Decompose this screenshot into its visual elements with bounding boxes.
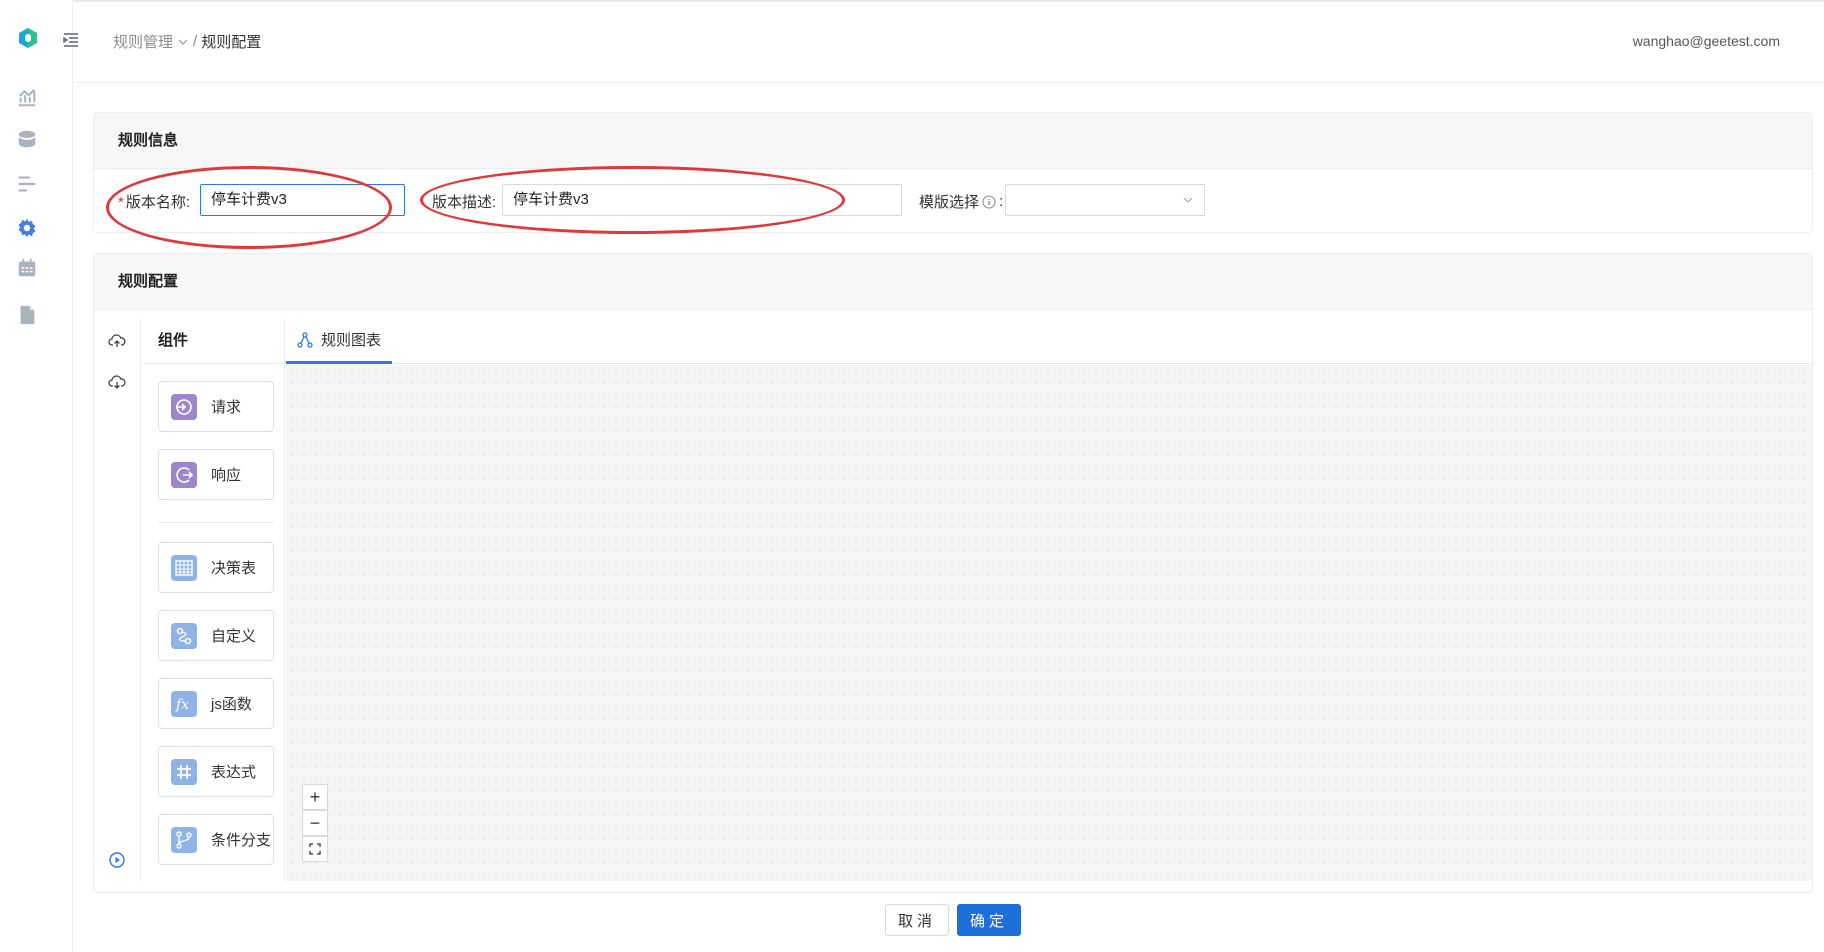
component-label: 请求 bbox=[211, 399, 242, 416]
play-icon[interactable] bbox=[108, 851, 126, 869]
header-divider bbox=[74, 82, 1824, 83]
menu-collapse-icon[interactable] bbox=[62, 31, 80, 49]
component-custom[interactable]: 自定义 bbox=[158, 610, 274, 661]
calendar-icon[interactable] bbox=[16, 257, 38, 279]
component-label: 决策表 bbox=[211, 560, 257, 577]
version-name-label: * 版本名称: bbox=[118, 194, 191, 211]
user-email[interactable]: wanghao@geetest.com bbox=[1633, 33, 1780, 49]
rule-info-title: 规则信息 bbox=[94, 113, 1812, 169]
component-label: 条件分支 bbox=[211, 832, 272, 849]
component-decision-table[interactable]: 决策表 bbox=[158, 542, 274, 593]
palette-divider bbox=[158, 522, 274, 523]
component-label: 响应 bbox=[211, 467, 242, 484]
database-icon[interactable] bbox=[16, 128, 38, 150]
component-label: js函数 bbox=[211, 696, 252, 713]
version-desc-input[interactable]: 停车计费v3 bbox=[502, 184, 902, 216]
component-palette: 组件 请求 响应 决策表 自定义 fx js函数 表达式 条件分支 bbox=[142, 318, 285, 881]
palette-title: 组件 bbox=[142, 318, 284, 364]
custom-icon bbox=[171, 622, 197, 649]
logo-icon[interactable] bbox=[16, 26, 40, 50]
request-icon bbox=[171, 393, 197, 420]
svg-text:fx: fx bbox=[175, 697, 189, 713]
component-label: 表达式 bbox=[211, 764, 257, 781]
version-name-input[interactable]: 停车计费v3 bbox=[200, 184, 405, 216]
top-border bbox=[0, 0, 1824, 2]
tab-rule-graph[interactable]: 规则图表 bbox=[286, 318, 392, 364]
zoom-in-button[interactable]: + bbox=[302, 784, 328, 810]
function-icon: fx bbox=[171, 690, 197, 717]
cloud-download-icon[interactable] bbox=[108, 373, 126, 391]
branch-icon bbox=[171, 826, 197, 853]
component-response[interactable]: 响应 bbox=[158, 449, 274, 500]
component-expression[interactable]: 表达式 bbox=[158, 746, 274, 797]
graph-canvas[interactable]: + − bbox=[286, 365, 1812, 881]
component-request[interactable]: 请求 bbox=[158, 381, 274, 432]
component-label: 自定义 bbox=[211, 628, 257, 645]
gear-icon[interactable] bbox=[16, 217, 38, 239]
rule-info-card: 规则信息 * 版本名称: 停车计费v3 版本描述: 停车计费v3 模版选择 : bbox=[93, 112, 1813, 233]
tab-bar: 规则图表 bbox=[286, 318, 1812, 364]
chevron-down-icon[interactable] bbox=[177, 36, 189, 48]
list-icon[interactable] bbox=[16, 173, 38, 195]
table-icon bbox=[171, 554, 197, 581]
cloud-upload-icon[interactable] bbox=[108, 332, 126, 350]
template-select[interactable] bbox=[1005, 184, 1205, 216]
chart-icon[interactable] bbox=[16, 86, 38, 108]
chevron-down-icon[interactable] bbox=[1182, 194, 1194, 206]
version-desc-label: 版本描述: bbox=[432, 194, 497, 211]
breadcrumb-parent[interactable]: 规则管理 bbox=[113, 31, 173, 52]
fit-view-button[interactable] bbox=[302, 836, 328, 862]
breadcrumb-current: 规则配置 bbox=[201, 34, 262, 51]
confirm-button[interactable]: 确定 bbox=[957, 904, 1021, 936]
rule-info-form: * 版本名称: 停车计费v3 版本描述: 停车计费v3 模版选择 : bbox=[94, 184, 1812, 216]
document-icon[interactable] bbox=[16, 304, 38, 326]
response-icon bbox=[171, 461, 197, 488]
graph-icon bbox=[297, 331, 313, 348]
rule-config-card: 规则配置 组件 请求 响应 决策表 自定义 fx js函数 表达式 条件分支 规… bbox=[93, 253, 1813, 893]
info-icon[interactable] bbox=[982, 195, 996, 209]
component-js-function[interactable]: fx js函数 bbox=[158, 678, 274, 729]
tab-label: 规则图表 bbox=[320, 332, 381, 349]
rule-config-title: 规则配置 bbox=[94, 254, 1812, 310]
tool-column bbox=[94, 318, 141, 881]
cancel-button[interactable]: 取消 bbox=[885, 904, 949, 936]
component-condition-branch[interactable]: 条件分支 bbox=[158, 814, 274, 865]
fullscreen-icon bbox=[309, 843, 321, 855]
hash-icon bbox=[171, 758, 197, 785]
template-label: 模版选择 : bbox=[919, 193, 1004, 211]
zoom-out-button[interactable]: − bbox=[302, 810, 328, 836]
breadcrumb: 规则管理 / 规则配置 bbox=[113, 31, 261, 52]
sidebar bbox=[0, 0, 73, 952]
breadcrumb-separator: / bbox=[193, 33, 198, 50]
rule-graph-area: 规则图表 + − bbox=[286, 318, 1812, 881]
